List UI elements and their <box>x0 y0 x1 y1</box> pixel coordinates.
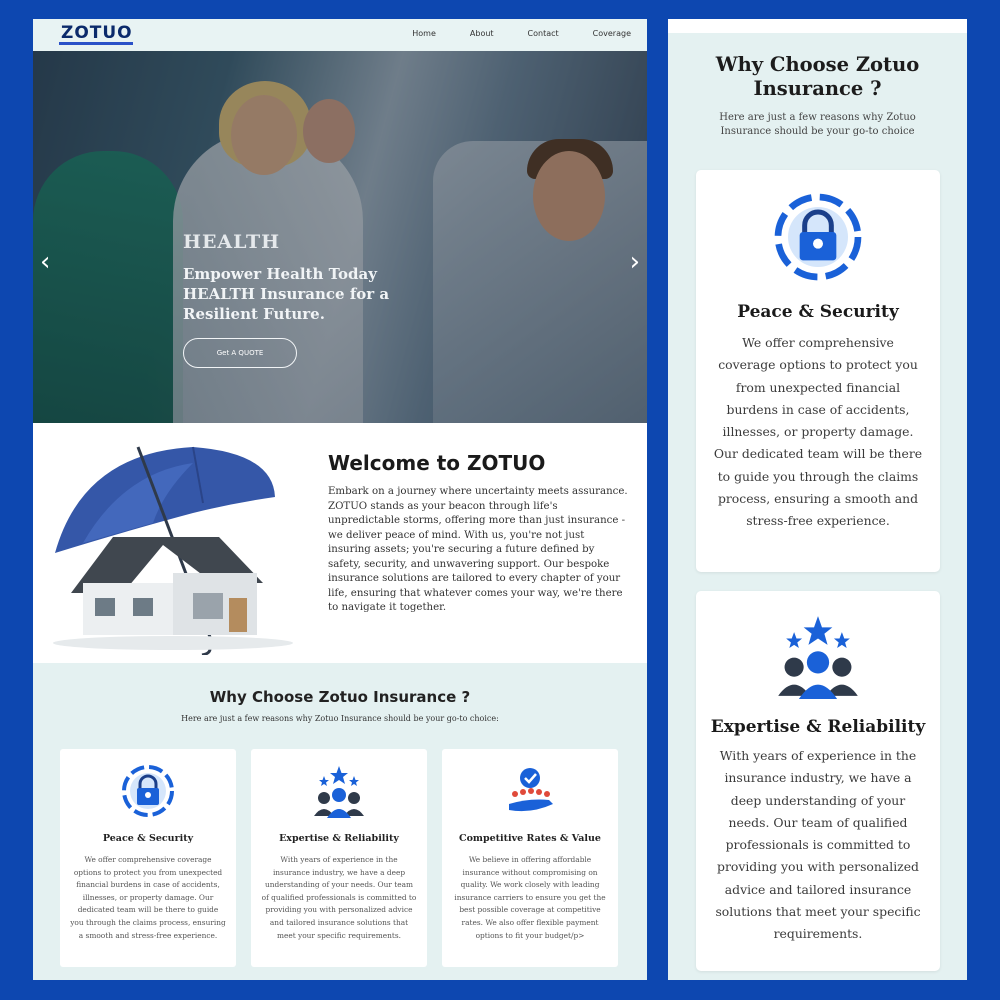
mobile-why-title: Why Choose Zotuo Insurance ? <box>715 53 920 100</box>
mobile-feature-card-text: With years of experience in the insuranc… <box>715 748 921 942</box>
hero-caption: HEALTH Empower Health Today HEALTH Insur… <box>183 231 403 368</box>
feature-card-title: Peace & Security <box>102 833 194 844</box>
why-choose-section: Why Choose Zotuo Insurance ? Here are ju… <box>33 663 647 980</box>
nav-about-link[interactable]: About <box>470 29 494 38</box>
welcome-section: Welcome to ZOTUO Embark on a journey whe… <box>33 423 647 663</box>
desktop-page: ZOTUO Home About Contact Coverage HEALTH… <box>33 19 647 980</box>
nav-contact-link[interactable]: Contact <box>528 29 559 38</box>
nav-links: Home About Contact Coverage <box>412 29 631 38</box>
mobile-top-bar <box>668 19 967 33</box>
hand-rating-icon <box>509 768 553 812</box>
umbrella-house-image <box>43 433 311 655</box>
mobile-feature-card-title: Peace & Security <box>737 302 899 322</box>
hero-kicker: HEALTH <box>183 231 281 253</box>
logo[interactable]: ZOTUO <box>61 23 133 43</box>
logo-underline <box>59 42 133 45</box>
hero-title: Empower Health Today HEALTH Insurance fo… <box>183 265 390 323</box>
hero-carousel: HEALTH Empower Health Today HEALTH Insur… <box>33 51 647 423</box>
feature-card-title: Competitive Rates & Value <box>459 833 601 844</box>
welcome-body: Embark on a journey where uncertainty me… <box>328 486 628 613</box>
team-stars-icon <box>778 616 858 699</box>
carousel-prev-icon[interactable]: ‹ <box>40 247 50 277</box>
nav-home-link[interactable]: Home <box>412 29 436 38</box>
mobile-feature-card-expertise: Expertise & Reliability With years of ex… <box>696 591 940 971</box>
feature-card-expertise: Expertise & Reliability With years of ex… <box>251 749 427 967</box>
feature-card-rates: Competitive Rates & Value We believe in … <box>442 749 618 967</box>
feature-cards: Peace & Security We offer comprehensive … <box>60 749 618 967</box>
feature-card-title: Expertise & Reliability <box>279 833 399 844</box>
feature-card-text: We believe in offering affordable insura… <box>454 855 606 940</box>
why-choose-subtitle: Here are just a few reasons why Zotuo In… <box>181 714 499 723</box>
welcome-title: Welcome to ZOTUO <box>328 451 546 475</box>
feature-card-security: Peace & Security We offer comprehensive … <box>60 749 236 967</box>
team-stars-icon <box>314 766 364 818</box>
mobile-feature-card-security: Peace & Security We offer comprehensive … <box>696 170 940 572</box>
feature-card-text: We offer comprehensive coverage options … <box>70 855 226 940</box>
nav-coverage-link[interactable]: Coverage <box>593 29 631 38</box>
feature-card-text: With years of experience in the insuranc… <box>261 855 417 940</box>
top-navbar: ZOTUO Home About Contact Coverage <box>33 19 647 51</box>
why-choose-title: Why Choose Zotuo Insurance ? <box>209 688 471 706</box>
get-quote-button[interactable]: Get A QUOTE <box>183 338 297 368</box>
mobile-why-subtitle: Here are just a few reasons why Zotuo In… <box>719 112 916 137</box>
carousel-next-icon[interactable]: › <box>630 247 640 277</box>
lock-shield-icon <box>122 765 174 817</box>
mobile-feature-card-text: We offer comprehensive coverage options … <box>713 335 923 529</box>
lock-shield-icon <box>774 193 862 281</box>
mobile-page: Why Choose Zotuo Insurance ? Here are ju… <box>668 19 967 980</box>
mobile-feature-card-title: Expertise & Reliability <box>710 717 926 737</box>
